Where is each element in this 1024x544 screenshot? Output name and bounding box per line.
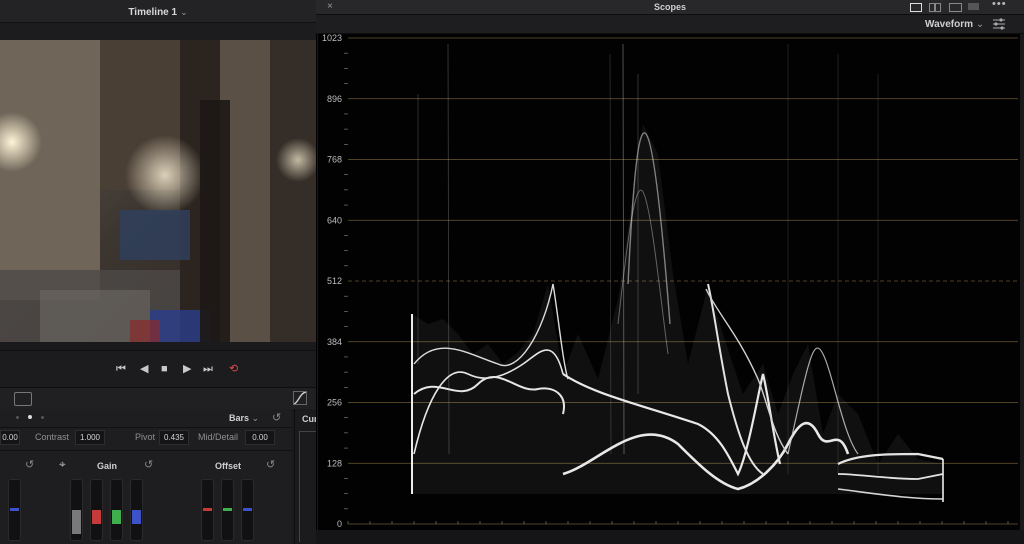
gain-label: Gain — [97, 461, 118, 471]
play-icon[interactable]: ▶ — [183, 363, 191, 375]
offset-label: Offset — [215, 461, 242, 471]
slider-handle[interactable] — [223, 508, 232, 511]
scopes-footer — [316, 530, 1024, 544]
pager-dot[interactable] — [16, 416, 19, 419]
dual-layout-icon-b[interactable] — [935, 3, 941, 12]
video-viewer[interactable] — [0, 40, 316, 342]
scope-settings-icon[interactable] — [992, 18, 1006, 30]
mode-label: Bars — [229, 413, 250, 423]
contrast-label: Contrast — [35, 432, 70, 442]
slider-handle[interactable] — [132, 510, 141, 524]
skip-to-end-icon[interactable]: ⏭ — [203, 363, 213, 375]
loop-icon[interactable]: ⟲ — [229, 363, 238, 375]
slider-handle[interactable] — [10, 508, 19, 511]
transport-bar: ⏮ ◀ ■ ▶ ⏭ ⟲ — [0, 350, 316, 387]
waveform-tick-label: 768 — [327, 155, 342, 165]
scopes-toolbar — [316, 15, 1024, 34]
waveform-scope[interactable]: 1023 896 768 640 512 384 256 128 0 — [318, 33, 1020, 530]
sliders-icon[interactable] — [14, 392, 32, 406]
stop-icon[interactable]: ■ — [161, 363, 168, 375]
pivot-label: Pivot — [135, 432, 156, 442]
waveform-tick-label: 256 — [327, 398, 342, 408]
video-frame — [0, 40, 316, 342]
reset-icon[interactable]: ↺ — [144, 458, 153, 471]
chevron-down-icon[interactable]: ⌄ — [976, 19, 984, 30]
waveform-tick-label: 128 — [327, 458, 342, 468]
skip-to-start-icon[interactable]: ⏮ — [116, 363, 126, 375]
waveform-tick-label: 1023 — [322, 34, 342, 43]
crosshair-icon[interactable]: ⌖ — [59, 457, 66, 472]
lift-blue-slider[interactable] — [8, 479, 21, 541]
offset-red-slider[interactable] — [201, 479, 214, 541]
mid-detail-value[interactable]: 0.00 — [245, 430, 275, 445]
scope-type-label: Waveform — [925, 19, 973, 30]
curve-icon[interactable] — [293, 391, 307, 405]
mid-detail-label: Mid/Detail — [198, 432, 239, 442]
waveform-graph: 1023 896 768 640 512 384 256 128 0 — [322, 33, 1018, 529]
chevron-down-icon[interactable]: ⌄ — [180, 7, 188, 17]
curves-panel: Cur — [294, 409, 318, 544]
gain-blue-slider[interactable] — [130, 479, 143, 541]
gain-green-slider[interactable] — [110, 479, 123, 541]
mode-selector[interactable]: Bars ⌄ — [229, 413, 259, 424]
waveform-tick-label: 640 — [327, 215, 342, 225]
waveform-tick-label: 0 — [337, 519, 342, 529]
reset-icon[interactable]: ↺ — [266, 458, 275, 471]
more-options-icon[interactable]: ••• — [992, 0, 1007, 10]
contrast-value[interactable]: 1.000 — [75, 430, 105, 445]
color-toolbar — [0, 387, 316, 411]
reset-icon[interactable]: ↺ — [272, 411, 281, 424]
slider-handle[interactable] — [243, 508, 252, 511]
slider-handle[interactable] — [72, 510, 81, 534]
gain-master-slider[interactable] — [70, 479, 83, 541]
lift-value[interactable]: 0.00 — [0, 430, 20, 445]
viewer-subbar — [0, 23, 316, 41]
waveform-tick-label: 512 — [327, 276, 342, 286]
quad-layout-icon[interactable] — [949, 3, 962, 12]
divider — [0, 450, 292, 451]
pivot-value[interactable]: 0.435 — [159, 430, 189, 445]
pager-dot[interactable] — [41, 416, 44, 419]
waveform-tick-label: 896 — [327, 94, 342, 104]
pager-dot-active[interactable] — [28, 415, 32, 419]
offset-green-slider[interactable] — [221, 479, 234, 541]
quad-layout-icon-alt[interactable] — [968, 3, 979, 10]
timeline-selector[interactable]: Timeline 1 ⌄ — [0, 0, 316, 22]
gain-red-slider[interactable] — [90, 479, 103, 541]
play-reverse-icon[interactable]: ◀ — [140, 363, 148, 375]
chevron-down-icon[interactable]: ⌄ — [252, 413, 260, 423]
single-layout-icon[interactable] — [910, 3, 922, 12]
slider-handle[interactable] — [203, 508, 212, 511]
timeline-title: Timeline 1 — [128, 7, 178, 18]
slider-handle[interactable] — [92, 510, 101, 524]
reset-icon[interactable]: ↺ — [25, 458, 34, 471]
scope-type-dropdown[interactable]: Waveform ⌄ — [925, 19, 984, 30]
slider-handle[interactable] — [112, 510, 121, 524]
offset-blue-slider[interactable] — [241, 479, 254, 541]
waveform-tick-label: 384 — [327, 337, 342, 347]
